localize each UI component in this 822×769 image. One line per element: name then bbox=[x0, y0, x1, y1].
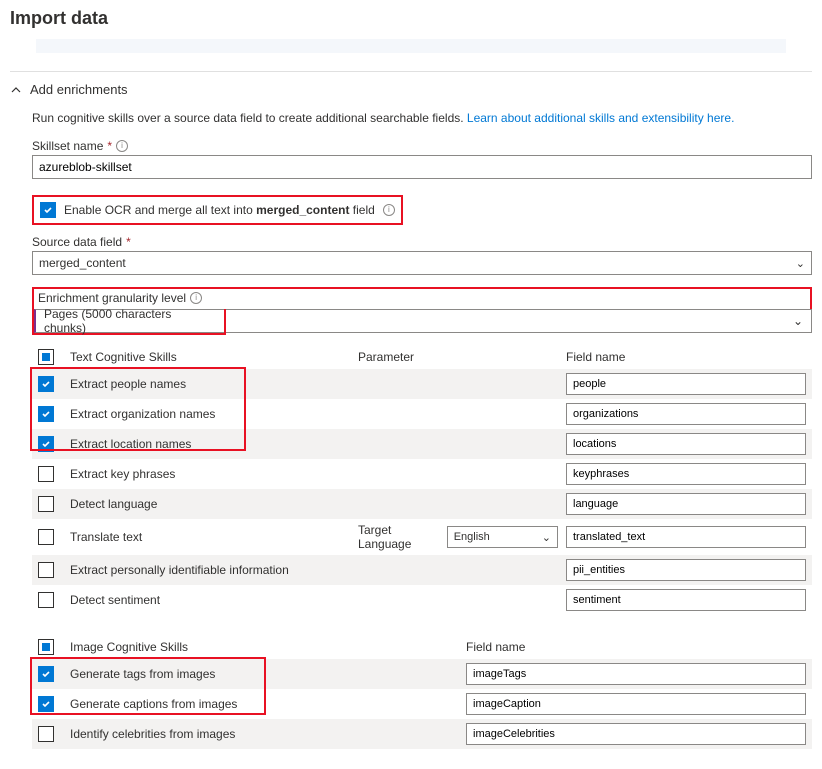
skill-row-language: Detect language bbox=[32, 489, 812, 519]
target-language-select[interactable]: English ⌄ bbox=[447, 526, 558, 548]
skill-row-pii: Extract personally identifiable informat… bbox=[32, 555, 812, 585]
detect-sentiment-checkbox[interactable] bbox=[38, 592, 54, 608]
image-skills-master-checkbox[interactable] bbox=[38, 639, 54, 655]
skill-label: Extract personally identifiable informat… bbox=[70, 563, 350, 577]
target-language-label: Target Language bbox=[358, 523, 441, 551]
skill-row-locations: Extract location names bbox=[32, 429, 812, 459]
text-skills-master-checkbox[interactable] bbox=[38, 349, 54, 365]
highlight-granularity: Enrichment granularity level i bbox=[32, 287, 812, 309]
chevron-up-icon bbox=[10, 84, 22, 96]
extract-pii-checkbox[interactable] bbox=[38, 562, 54, 578]
skill-label: Extract location names bbox=[70, 437, 350, 451]
skill-label: Extract organization names bbox=[70, 407, 350, 421]
field-input-people[interactable] bbox=[566, 373, 806, 395]
page-title: Import data bbox=[0, 0, 822, 35]
progress-bar bbox=[36, 39, 786, 53]
field-input-sentiment[interactable] bbox=[566, 589, 806, 611]
skill-row-organizations: Extract organization names bbox=[32, 399, 812, 429]
skill-label: Generate tags from images bbox=[70, 667, 458, 681]
section-title: Add enrichments bbox=[30, 82, 128, 97]
field-input-imagetags[interactable] bbox=[466, 663, 806, 685]
info-icon[interactable]: i bbox=[116, 140, 128, 152]
field-input-imagecaption[interactable] bbox=[466, 693, 806, 715]
skillset-name-input[interactable] bbox=[32, 155, 812, 179]
skillset-name-label: Skillset name * i bbox=[32, 139, 812, 153]
extract-locations-checkbox[interactable] bbox=[38, 436, 54, 452]
image-row-captions: Generate captions from images bbox=[32, 689, 812, 719]
skill-label: Translate text bbox=[70, 530, 350, 544]
field-input-language[interactable] bbox=[566, 493, 806, 515]
enable-ocr-checkbox[interactable] bbox=[40, 202, 56, 218]
field-name-header: Field name bbox=[466, 640, 806, 654]
field-input-organizations[interactable] bbox=[566, 403, 806, 425]
section-description: Run cognitive skills over a source data … bbox=[32, 111, 812, 125]
generate-tags-checkbox[interactable] bbox=[38, 666, 54, 682]
generate-captions-checkbox[interactable] bbox=[38, 696, 54, 712]
detect-language-checkbox[interactable] bbox=[38, 496, 54, 512]
info-icon[interactable]: i bbox=[190, 292, 202, 304]
skill-row-translate: Translate text Target Language English ⌄ bbox=[32, 519, 812, 555]
field-input-pii[interactable] bbox=[566, 559, 806, 581]
skill-label: Generate captions from images bbox=[70, 697, 458, 711]
image-row-tags: Generate tags from images bbox=[32, 659, 812, 689]
required-indicator: * bbox=[126, 235, 131, 249]
skill-label: Extract key phrases bbox=[70, 467, 350, 481]
extract-keyphrases-checkbox[interactable] bbox=[38, 466, 54, 482]
required-indicator: * bbox=[107, 139, 112, 153]
image-row-celebrities: Identify celebrities from images bbox=[32, 719, 812, 749]
parameter-header: Parameter bbox=[358, 350, 558, 364]
text-skills-header: Text Cognitive Skills bbox=[70, 350, 350, 364]
skill-row-sentiment: Detect sentiment bbox=[32, 585, 812, 615]
field-input-locations[interactable] bbox=[566, 433, 806, 455]
chevron-down-icon: ⌄ bbox=[793, 314, 803, 328]
field-name-header: Field name bbox=[566, 350, 806, 364]
add-enrichments-header[interactable]: Add enrichments bbox=[0, 72, 822, 103]
skill-label: Extract people names bbox=[70, 377, 350, 391]
info-icon[interactable]: i bbox=[383, 204, 395, 216]
chevron-down-icon: ⌄ bbox=[796, 257, 805, 270]
text-skills-table: Text Cognitive Skills Parameter Field na… bbox=[32, 345, 812, 615]
skill-row-keyphrases: Extract key phrases bbox=[32, 459, 812, 489]
learn-more-link[interactable]: Learn about additional skills and extens… bbox=[467, 111, 735, 125]
extract-organizations-checkbox[interactable] bbox=[38, 406, 54, 422]
chevron-down-icon: ⌄ bbox=[542, 531, 551, 544]
skill-label: Detect language bbox=[70, 497, 350, 511]
identify-celebrities-checkbox[interactable] bbox=[38, 726, 54, 742]
granularity-select[interactable]: Pages (5000 characters chunks) bbox=[34, 309, 224, 333]
skill-label: Detect sentiment bbox=[70, 593, 350, 607]
field-input-imagecelebrities[interactable] bbox=[466, 723, 806, 745]
highlight-ocr-checkbox: Enable OCR and merge all text into merge… bbox=[32, 195, 403, 225]
translate-text-checkbox[interactable] bbox=[38, 529, 54, 545]
skill-label: Identify celebrities from images bbox=[70, 727, 458, 741]
source-field-select[interactable]: merged_content ⌄ bbox=[32, 251, 812, 275]
field-input-translated[interactable] bbox=[566, 526, 806, 548]
enable-ocr-label: Enable OCR and merge all text into merge… bbox=[64, 203, 375, 217]
source-field-label: Source data field * bbox=[32, 235, 812, 249]
granularity-label: Enrichment granularity level i bbox=[38, 291, 806, 305]
highlight-granularity-value: Pages (5000 characters chunks) bbox=[32, 309, 226, 335]
field-input-keyphrases[interactable] bbox=[566, 463, 806, 485]
skill-row-people: Extract people names bbox=[32, 369, 812, 399]
granularity-select-ext[interactable]: ⌄ bbox=[226, 309, 812, 333]
image-skills-header: Image Cognitive Skills bbox=[70, 640, 458, 654]
extract-people-checkbox[interactable] bbox=[38, 376, 54, 392]
